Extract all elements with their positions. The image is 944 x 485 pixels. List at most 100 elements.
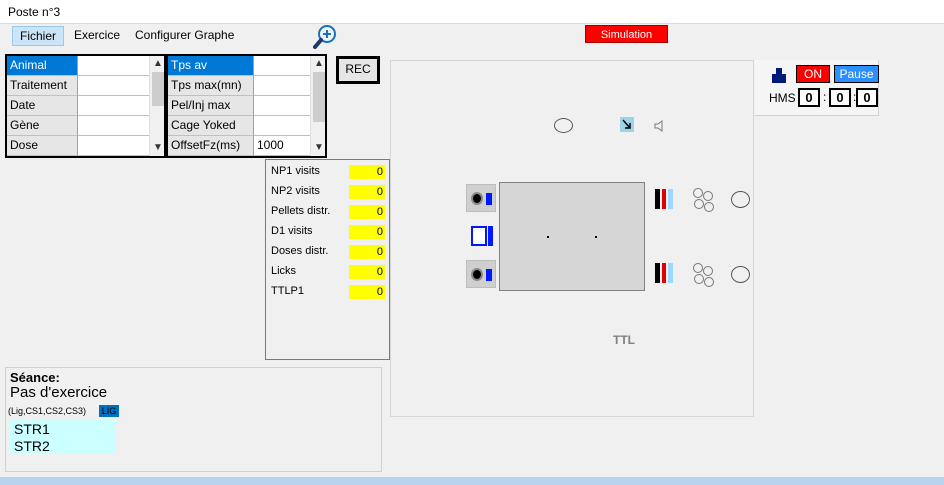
hours-field[interactable]: 0: [798, 88, 820, 107]
lever-bar: [655, 263, 660, 283]
pellet-feeder[interactable]: [471, 226, 487, 246]
lever-bar: [655, 189, 660, 209]
animal-info-grid: Animal Traitement Date Gène Dose ▲ ▼: [5, 54, 166, 158]
pause-button[interactable]: Pause: [834, 65, 879, 83]
speaker-icon[interactable]: [653, 119, 667, 133]
menu-fichier[interactable]: Fichier: [12, 26, 65, 46]
light-1-icon[interactable]: [731, 191, 750, 208]
grid-value[interactable]: [78, 116, 149, 136]
grid-row-tps-max[interactable]: Tps max(mn): [168, 76, 325, 96]
counter-value: 0: [349, 245, 385, 259]
counter-label: TTLP1: [271, 285, 305, 297]
grid-row-date[interactable]: Date: [7, 96, 164, 116]
grid-value[interactable]: [78, 96, 149, 116]
bottom-border: [0, 477, 944, 485]
grid-label: Gène: [7, 116, 78, 136]
house-light-icon[interactable]: [554, 118, 573, 133]
grid-value[interactable]: [78, 136, 149, 156]
light-2-icon[interactable]: [731, 266, 750, 283]
lever-bar: [668, 263, 673, 283]
seance-exercise: Pas d'exercice: [10, 384, 108, 401]
grid-label: Tps av tout(ms): [168, 56, 254, 91]
scroll-up-icon[interactable]: ▲: [311, 56, 325, 72]
str1-item[interactable]: STR1: [14, 421, 50, 437]
seance-params: (Lig,CS1,CS2,CS3): [8, 406, 87, 416]
zoom-in-icon[interactable]: [312, 24, 338, 50]
grid-label: Dose: [7, 136, 78, 156]
counter-label: Doses distr.: [271, 245, 329, 257]
menu-bar: Fichier Exercice Configurer Graphe: [0, 24, 944, 48]
scroll-down-icon[interactable]: ▼: [150, 140, 164, 156]
cursor-icon[interactable]: [620, 117, 634, 132]
grid-value[interactable]: [78, 56, 149, 76]
counter-label: Pellets distr.: [271, 205, 331, 217]
grid-value[interactable]: [254, 76, 310, 96]
grid-value[interactable]: [78, 76, 149, 96]
grid-scrollbar[interactable]: ▲ ▼: [149, 56, 164, 156]
counter-value: 0: [349, 285, 385, 299]
grid-label: Traitement: [7, 76, 78, 96]
grid-value[interactable]: 1000: [254, 136, 310, 156]
grid-row-cage-yoked[interactable]: Cage Yoked: [168, 116, 325, 136]
counter-value: 0: [349, 265, 385, 279]
counters-panel: NP1 visits 0 NP2 visits 0 Pellets distr.…: [265, 159, 390, 360]
grid-row-tps-av-tout[interactable]: Tps av tout(ms): [168, 56, 325, 91]
grid-label: OffsetFz(ms): [168, 136, 254, 156]
nosepoke-2[interactable]: [466, 260, 496, 288]
nosepoke-led: [486, 193, 492, 205]
minutes-field[interactable]: 0: [829, 88, 851, 107]
lever-bar: [668, 189, 673, 209]
grid-label: Pel/Inj max: [168, 96, 254, 116]
person-icon: [772, 68, 786, 83]
grid-row-pel-inj-max[interactable]: Pel/Inj max: [168, 96, 325, 116]
counter-licks: Licks 0: [266, 262, 391, 282]
counter-label: NP1 visits: [271, 165, 320, 177]
grid-value[interactable]: [254, 96, 310, 116]
seance-label: Séance:: [10, 370, 60, 385]
grid-value[interactable]: [254, 56, 310, 76]
grid-scrollbar[interactable]: ▲ ▼: [310, 56, 325, 156]
counter-label: Licks: [271, 265, 297, 277]
rec-button[interactable]: REC: [336, 56, 380, 84]
counter-label: D1 visits: [271, 225, 313, 237]
scroll-thumb[interactable]: [313, 72, 325, 122]
cage-dot: [547, 236, 549, 238]
counter-label: NP2 visits: [271, 185, 320, 197]
on-button[interactable]: ON: [796, 65, 830, 83]
counter-pellets-distr: Pellets distr. 0: [266, 202, 391, 222]
lever-1[interactable]: [655, 189, 675, 209]
counter-np2-visits: NP2 visits 0: [266, 182, 391, 202]
grid-row-animal[interactable]: Animal: [7, 56, 164, 76]
grid-row-gene[interactable]: Gène: [7, 116, 164, 136]
cue-lights-1-icon[interactable]: [692, 187, 718, 213]
str2-item[interactable]: STR2: [14, 438, 50, 454]
scroll-up-icon[interactable]: ▲: [150, 56, 164, 72]
counter-d1-visits: D1 visits 0: [266, 222, 391, 242]
nosepoke-hole-icon: [471, 268, 483, 281]
menu-configurer-graphe[interactable]: Configurer Graphe: [128, 26, 241, 46]
counter-doses-distr: Doses distr. 0: [266, 242, 391, 262]
title-bar: Poste n°3: [0, 0, 944, 24]
cue-lights-2-icon[interactable]: [692, 262, 718, 288]
feeder-led: [488, 226, 493, 246]
counter-ttlp1: TTLP1 0: [266, 282, 391, 302]
seconds-field[interactable]: 0: [856, 88, 878, 107]
grid-row-offsetfz[interactable]: OffsetFz(ms) 1000: [168, 136, 325, 156]
grid-row-traitement[interactable]: Traitement: [7, 76, 164, 96]
lig-badge[interactable]: LIG: [99, 405, 119, 417]
grid-label: Animal: [7, 56, 78, 76]
counter-value: 0: [349, 165, 385, 179]
nosepoke-1[interactable]: [466, 184, 496, 212]
grid-row-dose[interactable]: Dose: [7, 136, 164, 156]
scroll-down-icon[interactable]: ▼: [311, 140, 325, 156]
simulation-button[interactable]: Simulation: [585, 25, 668, 43]
grid-value[interactable]: [254, 116, 310, 136]
menu-exercice[interactable]: Exercice: [67, 26, 127, 46]
nosepoke-led: [486, 269, 492, 281]
counter-value: 0: [349, 225, 385, 239]
lever-2[interactable]: [655, 263, 675, 283]
cage-dot: [595, 236, 597, 238]
lever-bar: [662, 189, 666, 209]
scroll-thumb[interactable]: [152, 72, 164, 106]
window-title: Poste n°3: [8, 5, 61, 19]
